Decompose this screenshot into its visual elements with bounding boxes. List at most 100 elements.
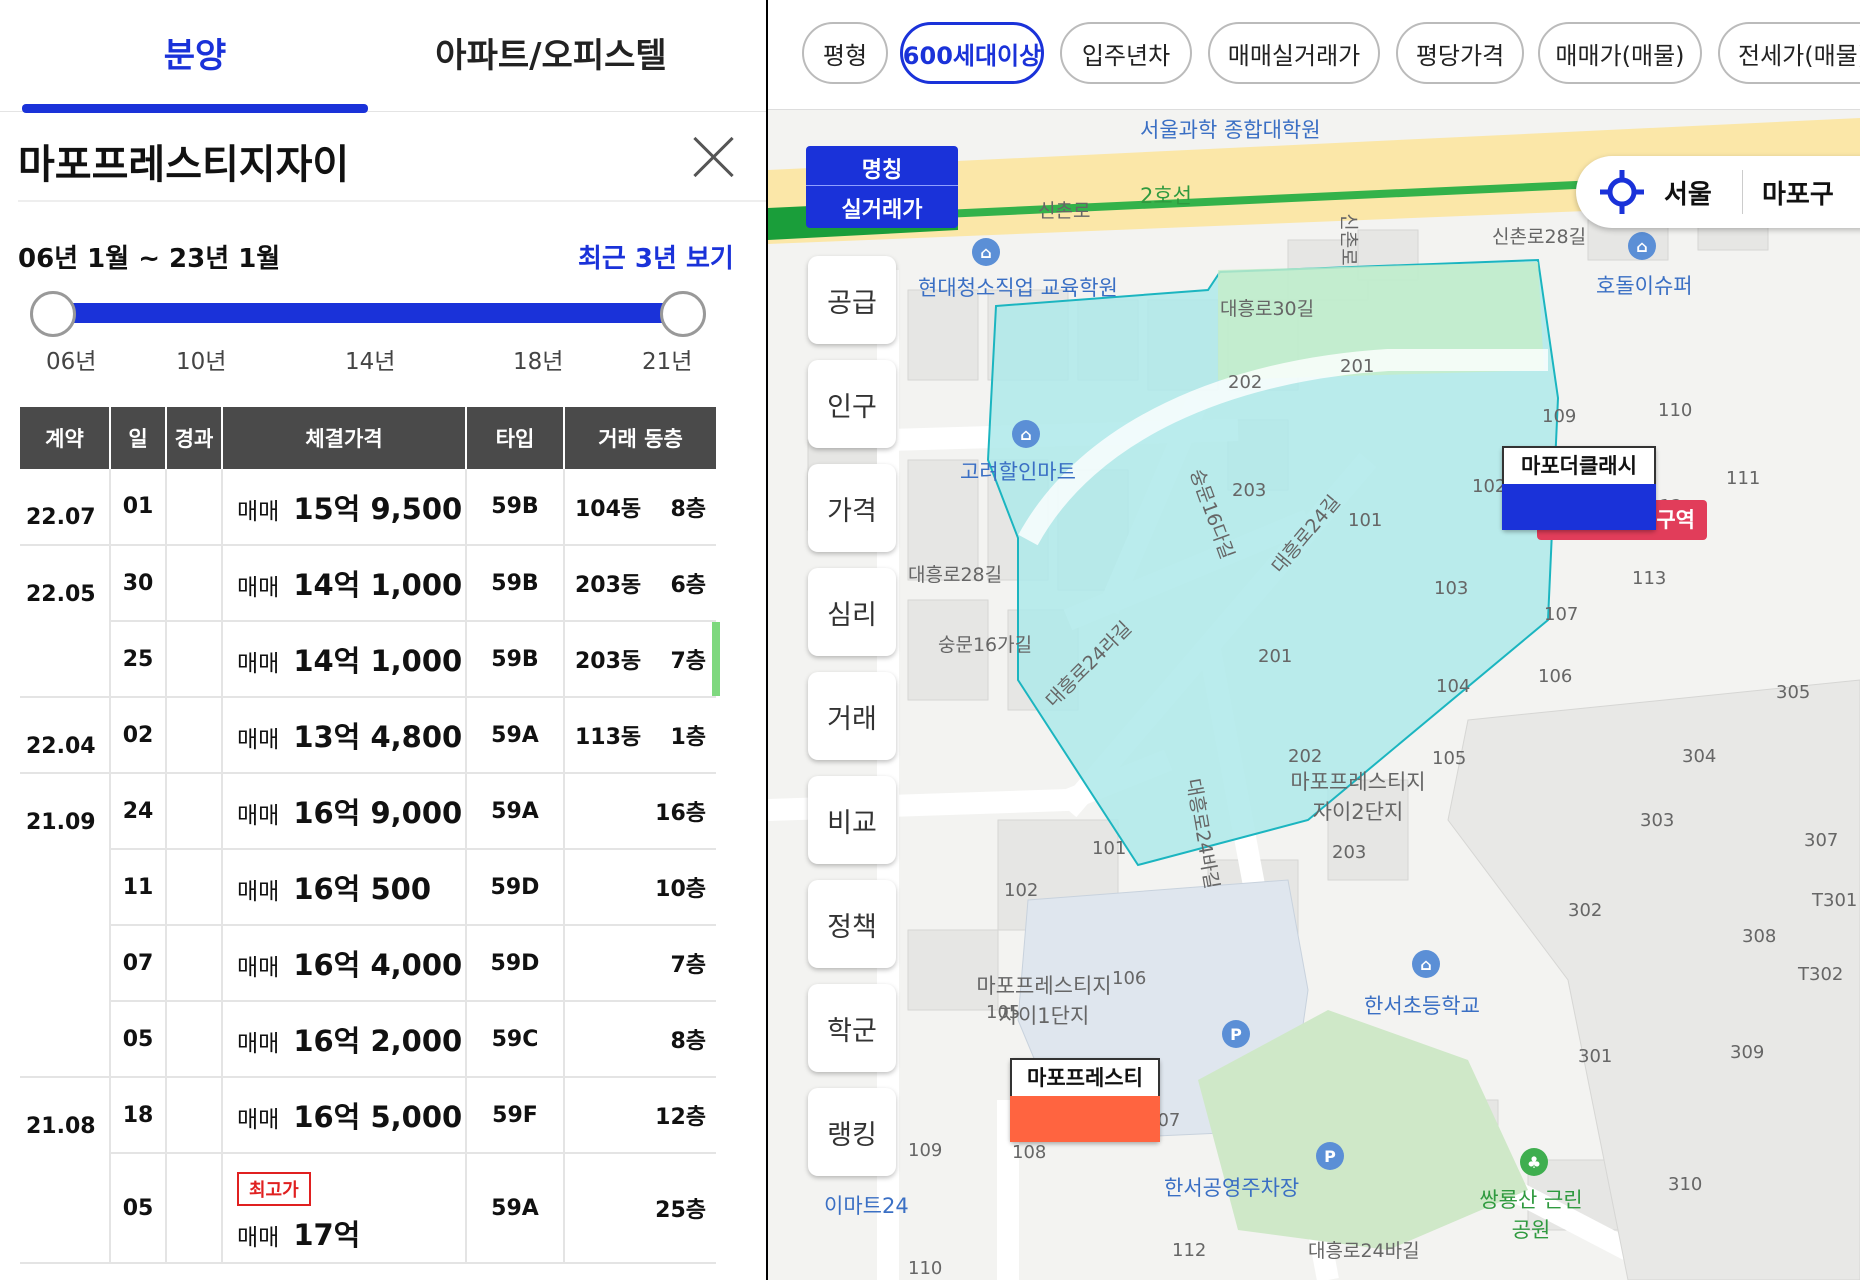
slider-tick: 10년 <box>176 349 227 375</box>
deal-amount: 14억 1,000 <box>293 644 463 678</box>
store-icon[interactable]: ⌂ <box>1628 232 1656 260</box>
building-number: 106 <box>1112 968 1147 989</box>
filter-chip-price-per-pyeong[interactable]: 평당가격 <box>1396 22 1524 84</box>
table-row[interactable]: 25 매매 14억 1,000 59B 203동 7층 <box>20 621 720 698</box>
location-district[interactable]: 마포구 <box>1762 174 1834 211</box>
cell-contract-month: 21.08 <box>20 1077 111 1153</box>
table-row[interactable]: 05 매매 16억 2,000 59C 8층 <box>20 1001 716 1078</box>
table-row[interactable]: 11 매매 16억 500 59D 10층 <box>20 849 716 926</box>
location-city[interactable]: 서울 <box>1664 174 1712 211</box>
parking-icon[interactable]: P <box>1316 1142 1344 1170</box>
side-menu-population[interactable]: 인구 <box>808 360 896 448</box>
building-dong: 113동 <box>575 725 642 750</box>
cell-price: 매매 16억 9,000 <box>222 773 467 850</box>
close-icon[interactable] <box>690 134 736 180</box>
table-row[interactable]: 21.09 24 매매 16억 9,000 59A 16층 <box>20 773 716 850</box>
filter-chip-600-households[interactable]: 600세대이상 <box>900 22 1044 84</box>
cell-building-floor: 7층 <box>564 925 716 1002</box>
deal-table: 계약 일 경과 체결가격 타입 거래 동층 22.07 01 매매 15억 9,500… <box>20 407 720 1264</box>
tab-sale[interactable]: 분양 <box>22 0 368 104</box>
building-number: 303 <box>1640 810 1675 831</box>
side-menu-policy[interactable]: 정책 <box>808 880 896 968</box>
table-row[interactable]: 07 매매 16억 4,000 59D 7층 <box>20 925 716 1002</box>
recent-3-years-link[interactable]: 최근 3년 보기 <box>578 238 734 275</box>
building-floor: 7층 <box>670 649 706 674</box>
building-number: 109 <box>908 1140 943 1161</box>
building-number: 110 <box>1658 400 1693 421</box>
table-row[interactable]: 22.07 01 매매 15억 9,500 59B 104동 8층 <box>20 469 716 546</box>
slider-end-handle[interactable] <box>660 291 706 337</box>
deal-kind: 매매 <box>237 1031 280 1057</box>
map-label-school[interactable]: 한서초등학교 <box>1364 990 1480 1020</box>
map-label-road: 대흥로28길 <box>908 564 1003 586</box>
side-menu-supply[interactable]: 공급 <box>808 256 896 344</box>
slider-tick: 21년 <box>642 349 693 375</box>
deal-kind: 매매 <box>237 803 280 829</box>
building-number: 110 <box>908 1258 943 1279</box>
location-selector: 서울 마포구 <box>1576 156 1860 228</box>
slider-start-handle[interactable] <box>30 291 76 337</box>
cell-contract-month: 22.05 <box>20 545 111 621</box>
deal-kind: 매매 <box>237 1225 280 1251</box>
period-slider-track[interactable] <box>52 303 682 323</box>
cell-elapsed <box>166 925 223 1002</box>
mart-icon[interactable]: ⌂ <box>1012 420 1040 448</box>
tab-apt-office[interactable]: 아파트/오피스텔 <box>368 0 734 104</box>
academy-icon[interactable]: ⌂ <box>972 238 1000 266</box>
deal-kind: 매매 <box>237 955 280 981</box>
map-label-mart[interactable]: 고려할인마트 <box>960 456 1076 486</box>
map-pin-marker[interactable]: 마포더클래시 <box>1502 446 1656 530</box>
map-view[interactable]: 서울과학 종합대학원 2호선 신촌로 신촌로28길 현대청소직업 교육학원 대흥… <box>768 0 1860 1280</box>
filter-chip-listing-sale[interactable]: 매매가(매물) <box>1538 22 1702 84</box>
pin-label: 마포더클래시 <box>1502 446 1656 484</box>
side-menu-sentiment[interactable]: 심리 <box>808 568 896 656</box>
cell-day: 05 <box>110 1153 167 1264</box>
side-menu-ranking[interactable]: 랭킹 <box>808 1088 896 1176</box>
map-label-complex2[interactable]: 마포프레스티지 자이2단지 <box>1278 766 1438 826</box>
map-label-store[interactable]: 호돌이슈퍼 <box>1596 270 1693 300</box>
map-label-emart[interactable]: 이마트24 <box>824 1190 909 1220</box>
table-row[interactable]: 22.05 30 매매 14억 1,000 59B 203동 6층 <box>20 545 716 622</box>
deal-amount: 16억 2,000 <box>293 1024 463 1058</box>
header-day[interactable]: 일 <box>110 407 167 469</box>
building-number: 309 <box>1730 1042 1765 1063</box>
cell-day: 01 <box>110 469 167 546</box>
cell-type: 59A <box>466 1153 565 1264</box>
building-number: 102 <box>1004 880 1039 901</box>
side-menu-compare[interactable]: 비교 <box>808 776 896 864</box>
header-type[interactable]: 타입 <box>466 407 565 469</box>
cell-day: 30 <box>110 545 167 622</box>
filter-chip-listing-jeonse[interactable]: 전세가(매물) <box>1718 22 1860 84</box>
school-icon[interactable]: ⌂ <box>1412 950 1440 978</box>
table-row[interactable]: 22.04 02 매매 13억 4,800 59A 113동 1층 <box>20 697 716 774</box>
filter-chip-sale-price[interactable]: 매매실거래가 <box>1208 22 1380 84</box>
map-label-university[interactable]: 서울과학 종합대학원 <box>1140 114 1321 144</box>
building-number: 202 <box>1288 746 1323 767</box>
map-label-parking[interactable]: 한서공영주차장 <box>1164 1172 1299 1202</box>
header-elapsed[interactable]: 경과 <box>166 407 223 469</box>
locate-icon[interactable] <box>1600 170 1644 214</box>
cell-elapsed <box>166 773 223 850</box>
header-building-floor[interactable]: 거래 동층 <box>564 407 716 469</box>
side-menu-price[interactable]: 가격 <box>808 464 896 552</box>
side-menu-transaction[interactable]: 거래 <box>808 672 896 760</box>
filter-chip-size[interactable]: 평형 <box>802 22 888 84</box>
parking-icon[interactable]: P <box>1222 1020 1250 1048</box>
map-pin-marker[interactable]: 마포프레스티 <box>1010 1058 1160 1142</box>
filter-chip-move-in-year[interactable]: 입주년차 <box>1060 22 1192 84</box>
active-tab-indicator <box>22 104 368 113</box>
header-contract[interactable]: 계약 <box>20 407 111 469</box>
map-label-academy[interactable]: 현대청소직업 교육학원 <box>918 272 1118 302</box>
apartment-title: 마포프레스티지자이 <box>18 142 350 188</box>
side-menu-school[interactable]: 학군 <box>808 984 896 1072</box>
building-dong: 104동 <box>575 496 642 522</box>
deal-amount: 16억 500 <box>293 872 431 906</box>
cell-price: 매매 16억 5,000 <box>222 1077 467 1154</box>
header-price[interactable]: 체결가격 <box>222 407 467 469</box>
cell-elapsed <box>166 1001 223 1078</box>
map-label-park[interactable]: 쌍룡산 근린공원 <box>1476 1184 1586 1244</box>
table-row[interactable]: 21.08 18 매매 16억 5,000 59F 12층 <box>20 1077 716 1154</box>
deal-amount: 15억 9,500 <box>293 491 463 526</box>
park-icon[interactable]: ♣ <box>1520 1148 1548 1176</box>
table-row[interactable]: 05 최고가 매매 17억 59A 25층 <box>20 1153 716 1264</box>
